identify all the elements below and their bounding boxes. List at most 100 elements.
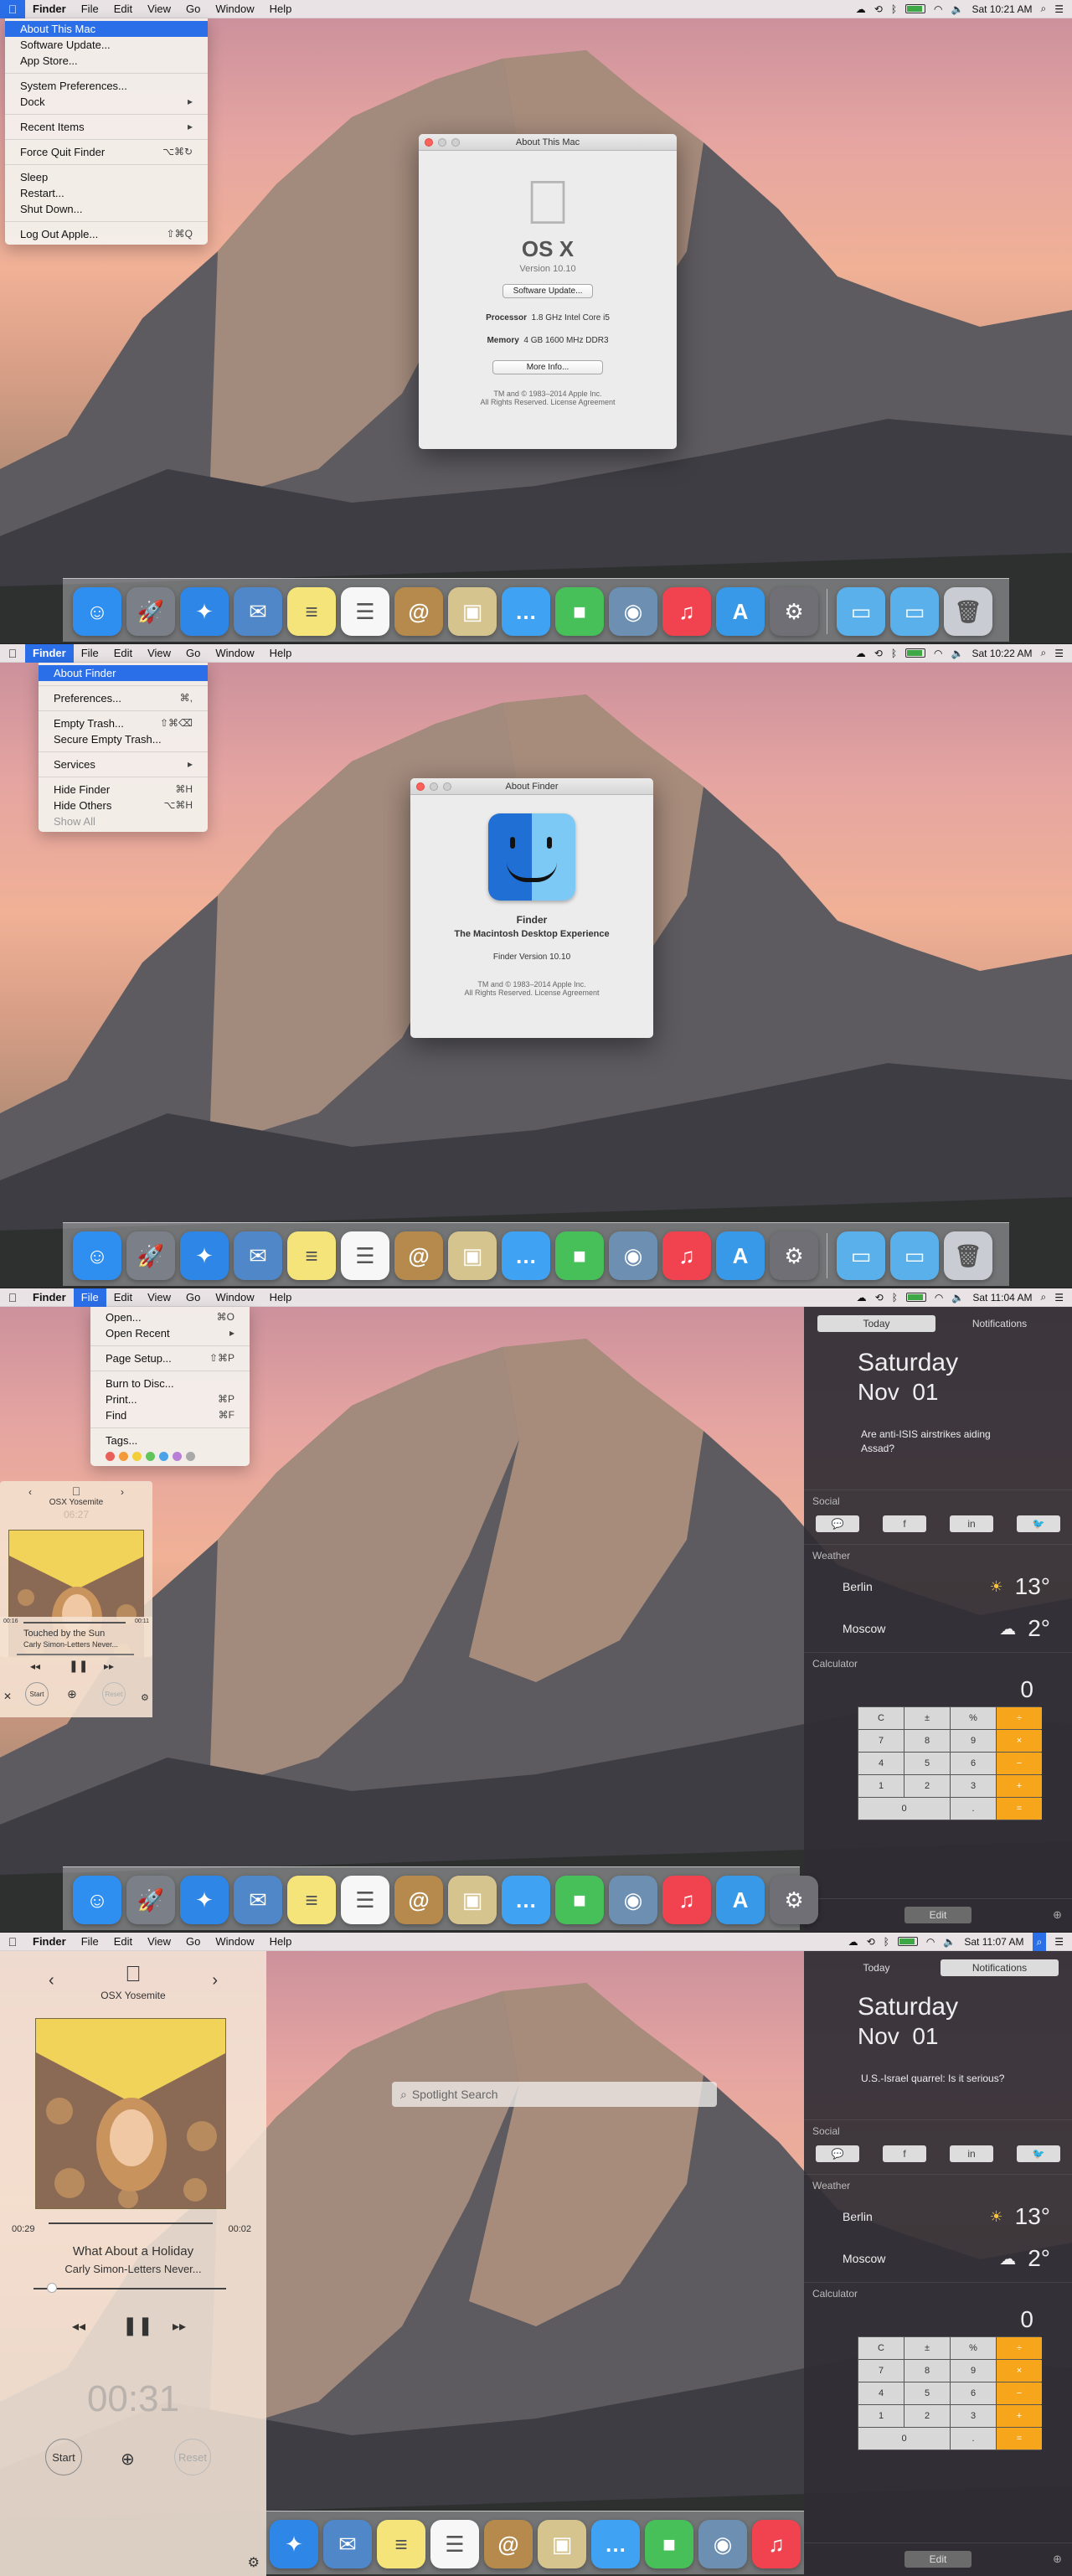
tag-color-dot[interactable] [146, 1452, 155, 1461]
mail-icon[interactable]: ✉ [234, 1231, 282, 1280]
notes-icon[interactable]: ≡ [377, 2520, 425, 2568]
menu-help[interactable]: Help [262, 0, 300, 18]
pause-icon[interactable]: ❚❚ [69, 1659, 88, 1673]
menu-help[interactable]: Help [262, 644, 300, 663]
news-headline[interactable]: U.S.-Israel quarrel: Is it serious? [861, 2072, 1005, 2086]
news-headline[interactable]: Are anti-ISIS airstrikes aiding Assad? [861, 1427, 1022, 1456]
calculator-key[interactable]: 4 [858, 2382, 904, 2404]
safari-icon[interactable]: ✦ [180, 1876, 229, 1924]
system-preferences-icon[interactable]: ⚙ [770, 587, 818, 636]
menu-item[interactable]: Software Update... [5, 37, 208, 53]
add-icon[interactable]: ⊕ [121, 2449, 135, 2470]
menu-item[interactable]: Dock ▸ [5, 94, 208, 110]
add-icon[interactable]: ⊕ [67, 1687, 77, 1701]
preview-icon[interactable]: ▣ [448, 587, 497, 636]
iphoto-icon[interactable]: ◉ [698, 2520, 747, 2568]
safari-icon[interactable]: ✦ [180, 587, 229, 636]
menu-file[interactable]: File [74, 644, 106, 663]
contacts-icon[interactable]: @ [484, 2520, 533, 2568]
bluetooth-icon[interactable]: ᛒ [884, 1936, 889, 1948]
tag-color-dot[interactable] [159, 1452, 168, 1461]
menu-item[interactable]: Show All [39, 813, 208, 829]
reset-button[interactable]: Reset [174, 2439, 211, 2475]
finder-icon[interactable]: ☺ [73, 1876, 121, 1924]
calculator-key[interactable]: 5 [904, 1753, 950, 1774]
software-update-button[interactable]: Software Update... [502, 284, 594, 298]
fast-forward-icon[interactable]: ▸▸ [104, 1660, 114, 1672]
calculator-key[interactable]: % [951, 2337, 996, 2359]
battery-icon[interactable] [905, 648, 926, 658]
calculator-key[interactable]: 6 [951, 2382, 996, 2404]
menu-finder[interactable]: Finder [25, 0, 74, 18]
volume-knob[interactable] [47, 2283, 57, 2293]
minimize-button[interactable] [430, 782, 438, 791]
iphoto-icon[interactable]: ◉ [609, 587, 657, 636]
tag-color-dot[interactable] [173, 1452, 182, 1461]
calculator-key[interactable]: × [997, 1730, 1042, 1752]
edit-button[interactable]: Edit [904, 1907, 972, 1923]
calculator-key[interactable]: 0 [858, 2428, 950, 2450]
iphoto-icon[interactable]: ◉ [609, 1876, 657, 1924]
launchpad-icon[interactable]: 🚀 [126, 1876, 175, 1924]
menu-file[interactable]: File [74, 0, 106, 18]
notes-icon[interactable]: ≡ [287, 1876, 336, 1924]
spotlight-icon[interactable]: ⌕ [1032, 1933, 1047, 1951]
calculator-key[interactable]: 7 [858, 1730, 904, 1752]
menu-edit[interactable]: Edit [106, 0, 140, 18]
calculator-key[interactable]: ± [904, 1707, 950, 1729]
progress-bar[interactable] [49, 2222, 213, 2224]
volume-icon[interactable]: 🔈 [951, 3, 964, 15]
tag-color-dot[interactable] [186, 1452, 195, 1461]
calculator-key[interactable]: C [858, 2337, 904, 2359]
messages-icon[interactable]: … [502, 587, 550, 636]
calculator-key[interactable]: 5 [904, 2382, 950, 2404]
calculator-key[interactable]: ± [904, 2337, 950, 2359]
menu-go[interactable]: Go [178, 644, 208, 663]
apple-menu-icon[interactable]:  [0, 1288, 25, 1307]
itunes-icon[interactable]: ♫ [662, 1231, 711, 1280]
menu-window[interactable]: Window [208, 644, 261, 663]
facebook-share-icon[interactable]: f [883, 1515, 926, 1532]
messages-icon[interactable]: … [591, 2520, 640, 2568]
itunes-icon[interactable]: ♫ [662, 1876, 711, 1924]
menu-file[interactable]: File [74, 1933, 106, 1951]
menu-finder[interactable]: Finder [25, 1933, 74, 1951]
finder-icon[interactable]: ☺ [73, 1231, 121, 1280]
reminders-icon[interactable]: ☰ [341, 587, 389, 636]
spotlight-icon[interactable]: ⌕ [1041, 647, 1047, 659]
preview-icon[interactable]: ▣ [538, 2520, 586, 2568]
spotlight-icon[interactable]: ⌕ [1041, 3, 1047, 15]
menu-item[interactable]: Hide Finder ⌘H [39, 782, 208, 798]
facetime-icon[interactable]: ■ [645, 2520, 693, 2568]
preview-icon[interactable]: ▣ [448, 1876, 497, 1924]
safari-icon[interactable]: ✦ [180, 1231, 229, 1280]
calculator-key[interactable]: − [997, 2382, 1042, 2404]
bluetooth-icon[interactable]: ᛒ [892, 1292, 898, 1303]
menu-view[interactable]: View [140, 0, 178, 18]
menu-help[interactable]: Help [262, 1933, 300, 1951]
contacts-icon[interactable]: @ [394, 587, 443, 636]
calculator-key[interactable]: ÷ [997, 1707, 1042, 1729]
cloud-icon[interactable]: ☁ [848, 1936, 858, 1948]
time-machine-icon[interactable]: ⟲ [867, 1936, 875, 1948]
menu-item[interactable]: Find ⌘F [90, 1407, 250, 1423]
gear-icon[interactable]: ⚙ [141, 1692, 149, 1703]
prev-arrow-icon[interactable]: ‹ [28, 1486, 32, 1498]
menu-item[interactable]: Secure Empty Trash... [39, 731, 208, 747]
clock[interactable]: Sat 11:07 AM [964, 1936, 1023, 1948]
menu-edit[interactable]: Edit [106, 1288, 140, 1307]
weather-row[interactable]: Berlin ☀ 13° [804, 2203, 1072, 2230]
volume-slider[interactable] [17, 1654, 134, 1655]
notification-center-icon[interactable]: ☰ [1054, 1936, 1064, 1948]
battery-icon[interactable] [897, 1937, 918, 1946]
calculator-key[interactable]: C [858, 1707, 904, 1729]
launchpad-icon[interactable]: 🚀 [126, 1231, 175, 1280]
reminders-icon[interactable]: ☰ [341, 1876, 389, 1924]
calculator-key[interactable]: 8 [904, 1730, 950, 1752]
cloud-icon[interactable]: ☁ [857, 1292, 867, 1303]
battery-icon[interactable] [905, 4, 926, 13]
menu-item[interactable]: Shut Down... [5, 201, 208, 217]
menu-item[interactable]: Open Recent ▸ [90, 1325, 250, 1341]
reset-button[interactable]: Reset [102, 1682, 126, 1706]
menu-item[interactable]: System Preferences... [5, 78, 208, 94]
